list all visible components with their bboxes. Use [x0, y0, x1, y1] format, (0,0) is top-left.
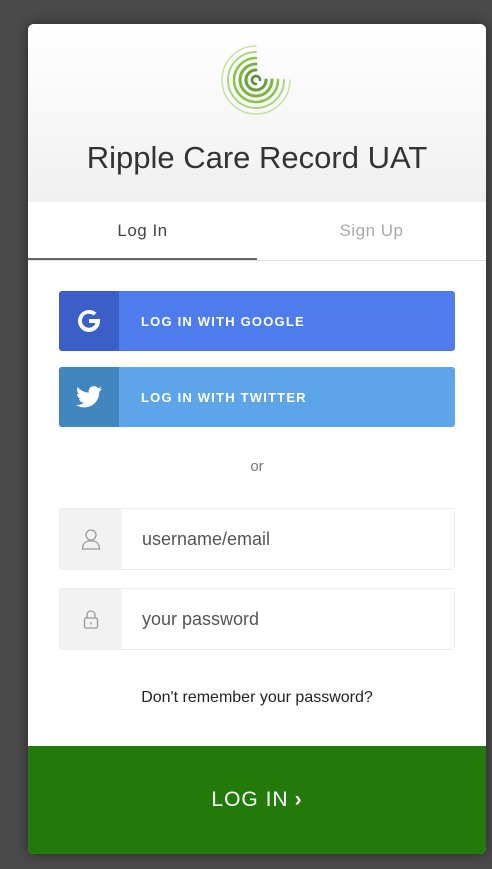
forgot-password-link[interactable]: Don't remember your password?	[28, 689, 486, 707]
tab-sign-up[interactable]: Sign Up	[257, 202, 486, 260]
auth-tabs: Log In Sign Up	[28, 202, 486, 261]
username-field	[59, 508, 455, 570]
google-login-button[interactable]: LOG IN WITH GOOGLE	[59, 291, 455, 351]
google-icon	[59, 291, 119, 351]
username-input[interactable]	[122, 509, 454, 569]
log-in-submit-label: LOG IN	[211, 788, 289, 811]
chevron-right-icon: ›	[294, 788, 303, 811]
login-header: Ripple Care Record UAT	[28, 24, 486, 202]
tab-log-in[interactable]: Log In	[28, 202, 257, 260]
user-icon	[60, 509, 122, 569]
password-field	[59, 588, 455, 650]
log-in-submit-button[interactable]: LOG IN ›	[28, 746, 486, 854]
ripple-logo-icon	[221, 45, 291, 115]
app-title: Ripple Care Record UAT	[86, 140, 428, 175]
twitter-login-button[interactable]: LOG IN WITH TWITTER	[59, 367, 455, 427]
or-separator: or	[250, 458, 264, 475]
twitter-login-label: LOG IN WITH TWITTER	[141, 389, 307, 405]
twitter-icon	[59, 367, 119, 427]
login-card: Ripple Care Record UAT Log In Sign Up LO…	[28, 24, 486, 854]
password-input[interactable]	[122, 589, 454, 649]
lock-icon	[60, 589, 122, 649]
google-login-label: LOG IN WITH GOOGLE	[141, 313, 305, 329]
